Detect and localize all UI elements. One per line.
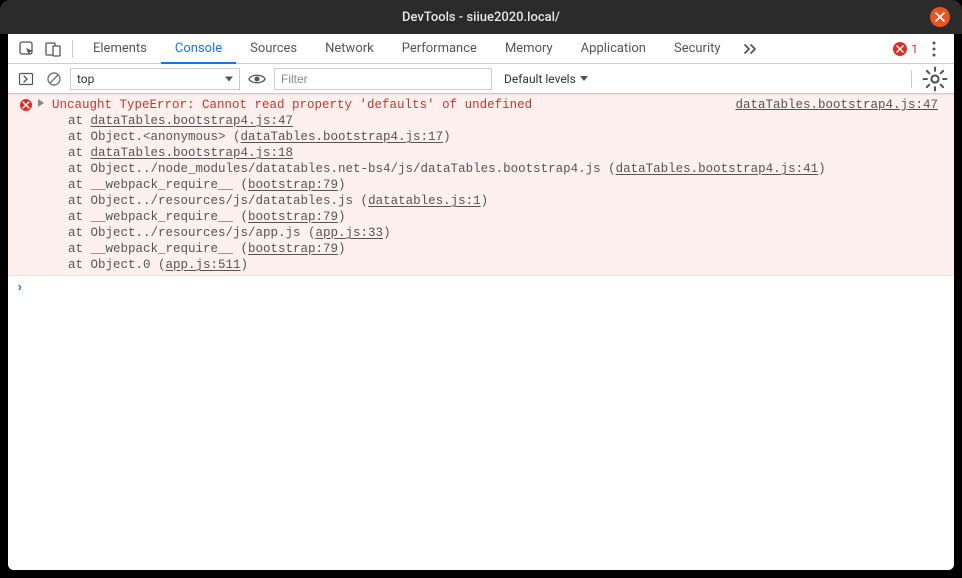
tabbar-left	[14, 34, 79, 63]
stack-frame: at Object../resources/js/datatables.js (…	[52, 193, 948, 209]
message-gutter	[14, 97, 38, 273]
stack-source-link[interactable]: bootstrap:79	[248, 210, 338, 224]
stack-frame: at __webpack_require__ (bootstrap:79)	[52, 209, 948, 225]
window: DevTools - siiue2020.local/ Elements Con…	[0, 0, 962, 578]
stack-source-link[interactable]: dataTables.bootstrap4.js:41	[616, 162, 819, 176]
clear-icon	[46, 71, 62, 87]
clear-console-button[interactable]	[42, 64, 66, 94]
tab-elements[interactable]: Elements	[79, 34, 161, 63]
inspect-element-button[interactable]	[14, 34, 40, 64]
console-prompt[interactable]: ›	[8, 276, 954, 300]
tab-security[interactable]: Security	[660, 34, 735, 63]
chevron-double-right-icon	[743, 43, 759, 55]
stack-prefix: at	[68, 146, 91, 160]
stack-suffix: )	[443, 130, 451, 144]
device-icon	[45, 41, 61, 57]
error-count-number: 1	[911, 42, 918, 56]
kebab-icon	[932, 41, 936, 57]
sidebar-icon	[18, 71, 34, 87]
more-menu[interactable]	[924, 34, 944, 64]
stack-prefix: at Object.0 (	[68, 258, 166, 272]
stack-source-link[interactable]: bootstrap:79	[248, 242, 338, 256]
tab-sources[interactable]: Sources	[236, 34, 311, 63]
stack-source-link[interactable]: app.js:511	[166, 258, 241, 272]
tabbar-right: 1	[893, 34, 948, 63]
stack-prefix: at Object../resources/js/app.js (	[68, 226, 316, 240]
stack-frame: at dataTables.bootstrap4.js:47	[52, 113, 948, 129]
error-icon	[893, 42, 907, 56]
tab-bar: Elements Console Sources Network Perform…	[8, 34, 954, 64]
gear-icon	[922, 66, 948, 92]
stack-source-link[interactable]: dataTables.bootstrap4.js:17	[241, 130, 444, 144]
stack-prefix: at Object../resources/js/datatables.js (	[68, 194, 368, 208]
log-level-value: Default levels	[504, 72, 576, 86]
stack-prefix: at Object../node_modules/datatables.net-…	[68, 162, 616, 176]
expand-arrow-icon[interactable]	[38, 99, 44, 107]
log-level-select[interactable]: Default levels	[496, 68, 596, 90]
stack-prefix: at __webpack_require__ (	[68, 210, 248, 224]
stack-frame: at __webpack_require__ (bootstrap:79)	[52, 177, 948, 193]
stack-suffix: )	[338, 242, 346, 256]
tabs: Elements Console Sources Network Perform…	[79, 34, 767, 63]
stack-source-link[interactable]: dataTables.bootstrap4.js:18	[91, 146, 294, 160]
stack-prefix: at Object.<anonymous> (	[68, 130, 241, 144]
filter-input[interactable]	[274, 68, 492, 90]
stack-frame: at Object../node_modules/datatables.net-…	[52, 161, 948, 177]
stack-frame: at Object../resources/js/app.js (app.js:…	[52, 225, 948, 241]
stack-suffix: )	[241, 258, 249, 272]
execution-context-select[interactable]: top	[70, 68, 240, 90]
stack-frame: at Object.0 (app.js:511)	[52, 257, 948, 273]
stack-suffix: )	[481, 194, 489, 208]
error-icon	[20, 99, 32, 111]
stack-prefix: at __webpack_require__ (	[68, 178, 248, 192]
tab-performance[interactable]: Performance	[388, 34, 491, 63]
window-title: DevTools - siiue2020.local/	[402, 10, 560, 25]
stack-trace: at dataTables.bootstrap4.js:47at Object.…	[52, 113, 948, 273]
close-button[interactable]	[930, 7, 950, 27]
stack-source-link[interactable]: dataTables.bootstrap4.js:47	[91, 114, 294, 128]
chevron-down-icon	[580, 76, 588, 81]
execution-context-value: top	[77, 72, 94, 86]
tab-memory[interactable]: Memory	[491, 34, 567, 63]
message-body: Uncaught TypeError: Cannot read property…	[38, 97, 948, 273]
stack-frame: at dataTables.bootstrap4.js:18	[52, 145, 948, 161]
toggle-drawer-button[interactable]	[14, 64, 38, 94]
tab-application[interactable]: Application	[567, 34, 660, 63]
tab-network[interactable]: Network	[311, 34, 388, 63]
console-output: Uncaught TypeError: Cannot read property…	[8, 94, 954, 570]
eye-icon	[248, 73, 266, 85]
error-count[interactable]: 1	[893, 42, 918, 56]
console-settings-button[interactable]	[922, 66, 948, 92]
titlebar: DevTools - siiue2020.local/	[0, 0, 962, 34]
stack-suffix: )	[338, 178, 346, 192]
console-error-message[interactable]: Uncaught TypeError: Cannot read property…	[8, 94, 954, 276]
console-filter-bar: top Default levels	[8, 64, 954, 94]
stack-suffix: )	[383, 226, 391, 240]
stack-frame: at Object.<anonymous> (dataTables.bootst…	[52, 129, 948, 145]
message-header: Uncaught TypeError: Cannot read property…	[52, 97, 948, 113]
stack-prefix: at __webpack_require__ (	[68, 242, 248, 256]
separator	[911, 70, 912, 88]
stack-source-link[interactable]: datatables.js:1	[368, 194, 481, 208]
inspect-icon	[19, 41, 35, 57]
stack-suffix: )	[818, 162, 826, 176]
prompt-chevron-icon: ›	[16, 280, 30, 296]
devtools-content: Elements Console Sources Network Perform…	[8, 34, 954, 570]
tabs-overflow[interactable]	[735, 34, 767, 63]
separator	[72, 40, 73, 58]
device-toolbar-button[interactable]	[40, 34, 66, 64]
error-title: Uncaught TypeError: Cannot read property…	[52, 97, 735, 113]
tab-console[interactable]: Console	[161, 34, 236, 64]
stack-source-link[interactable]: app.js:33	[316, 226, 384, 240]
stack-suffix: )	[338, 210, 346, 224]
stack-frame: at __webpack_require__ (bootstrap:79)	[52, 241, 948, 257]
stack-prefix: at	[68, 114, 91, 128]
error-source-link[interactable]: dataTables.bootstrap4.js:47	[735, 97, 948, 113]
live-expression-button[interactable]	[244, 73, 270, 85]
close-icon	[935, 12, 945, 22]
stack-source-link[interactable]: bootstrap:79	[248, 178, 338, 192]
